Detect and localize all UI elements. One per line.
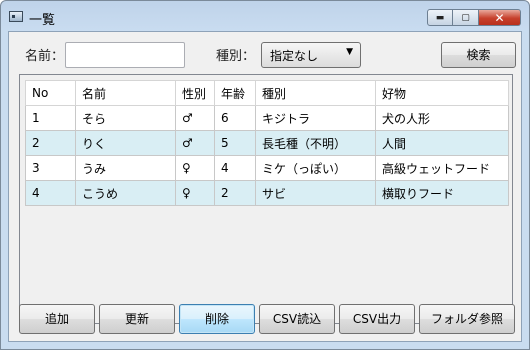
cell-no: 3 xyxy=(25,155,76,181)
cell-no: 2 xyxy=(25,130,76,156)
minimize-icon: ▬ xyxy=(435,12,445,23)
cell-favorite: 高級ウェットフード xyxy=(375,155,509,181)
cell-age: 2 xyxy=(214,180,256,206)
type-label: 種別： xyxy=(216,49,256,64)
table-row[interactable]: 1 そら ♂ 6 キジトラ 犬の人形 xyxy=(25,105,509,131)
cell-type: 長毛種（不明） xyxy=(255,130,376,156)
maximize-icon: ▢ xyxy=(461,12,470,23)
update-button[interactable]: 更新 xyxy=(99,304,175,334)
type-select-value: 指定なし xyxy=(270,49,319,63)
cell-sex: ♀ xyxy=(175,155,215,181)
data-grid[interactable]: No 名前 性別 年齢 種別 好物 1 そら ♂ 6 キジトラ 犬の人形 2 り… xyxy=(19,74,513,324)
column-header-sex[interactable]: 性別 xyxy=(175,80,215,106)
cell-no: 1 xyxy=(25,105,76,131)
add-button[interactable]: 追加 xyxy=(19,304,95,334)
column-header-name[interactable]: 名前 xyxy=(75,80,176,106)
cell-favorite: 人間 xyxy=(375,130,509,156)
cell-sex: ♀ xyxy=(175,180,215,206)
name-label: 名前： xyxy=(25,49,65,64)
close-icon: ✕ xyxy=(494,10,505,25)
cell-no: 4 xyxy=(25,180,76,206)
title-bar[interactable]: 一覧 ▬ ▢ ✕ xyxy=(1,1,529,31)
cell-type: ミケ（っぽい） xyxy=(255,155,376,181)
name-input[interactable] xyxy=(65,42,185,68)
client-area: 名前： 種別： 指定なし ▼ 検索 No 名前 性別 年齢 種別 好物 1 そら… xyxy=(8,31,522,342)
delete-button[interactable]: 削除 xyxy=(179,304,255,334)
cell-sex: ♂ xyxy=(175,105,215,131)
cell-name: こうめ xyxy=(75,180,176,206)
cell-age: 5 xyxy=(214,130,256,156)
cell-name: うみ xyxy=(75,155,176,181)
table-row[interactable]: 2 りく ♂ 5 長毛種（不明） 人間 xyxy=(25,130,509,156)
chevron-down-icon: ▼ xyxy=(346,47,353,57)
table-header-row: No 名前 性別 年齢 種別 好物 xyxy=(25,80,509,106)
cell-age: 4 xyxy=(214,155,256,181)
close-button[interactable]: ✕ xyxy=(479,9,521,26)
cell-type: サビ xyxy=(255,180,376,206)
window-controls: ▬ ▢ ✕ xyxy=(427,9,521,26)
column-header-age[interactable]: 年齢 xyxy=(214,80,256,106)
cell-name: りく xyxy=(75,130,176,156)
cell-type: キジトラ xyxy=(255,105,376,131)
browse-folder-button[interactable]: フォルダ参照 xyxy=(419,304,515,334)
cat-table: No 名前 性別 年齢 種別 好物 1 そら ♂ 6 キジトラ 犬の人形 2 り… xyxy=(25,80,509,206)
cell-age: 6 xyxy=(214,105,256,131)
column-header-type[interactable]: 種別 xyxy=(255,80,376,106)
cell-sex: ♂ xyxy=(175,130,215,156)
search-button[interactable]: 検索 xyxy=(441,42,516,68)
app-icon xyxy=(9,11,23,22)
table-row[interactable]: 3 うみ ♀ 4 ミケ（っぽい） 高級ウェットフード xyxy=(25,155,509,181)
maximize-button[interactable]: ▢ xyxy=(453,9,479,26)
cell-name: そら xyxy=(75,105,176,131)
csv-output-button[interactable]: CSV出力 xyxy=(339,304,415,334)
cell-favorite: 横取りフード xyxy=(375,180,509,206)
minimize-button[interactable]: ▬ xyxy=(427,9,453,26)
app-window: 一覧 ▬ ▢ ✕ 名前： 種別： 指定なし ▼ 検索 No 名前 性別 年齢 種… xyxy=(0,0,530,350)
csv-read-button[interactable]: CSV読込 xyxy=(259,304,335,334)
cell-favorite: 犬の人形 xyxy=(375,105,509,131)
type-select[interactable]: 指定なし ▼ xyxy=(261,42,361,68)
column-header-favorite[interactable]: 好物 xyxy=(375,80,509,106)
column-header-no[interactable]: No xyxy=(25,80,76,106)
table-row[interactable]: 4 こうめ ♀ 2 サビ 横取りフード xyxy=(25,180,509,206)
window-title: 一覧 xyxy=(29,13,56,28)
